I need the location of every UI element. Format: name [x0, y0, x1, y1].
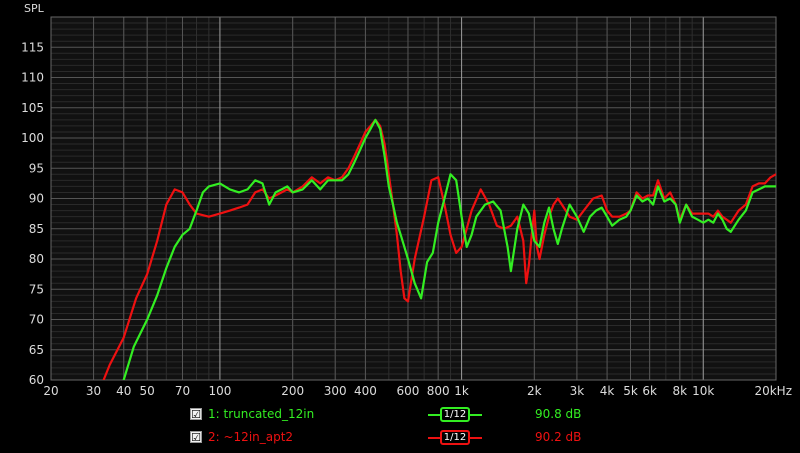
y-tick-label: 75 [29, 282, 44, 296]
x-tick-label: 200 [281, 384, 304, 398]
x-tick-label: 40 [116, 384, 131, 398]
x-tick-label: 6k [642, 384, 657, 398]
y-tick-label: 60 [29, 373, 44, 387]
x-tick-label: 2k [527, 384, 542, 398]
trace-2-checkbox[interactable]: ☑ [190, 431, 202, 443]
x-tick-label: 300 [324, 384, 347, 398]
spl-chart: 60 65 70 75 80 85 90 95 100 105 110 115 20 30 40 50 70 10… [21, 2, 792, 398]
x-tick-label: 5k [623, 384, 638, 398]
trace-1-smoothing-label: 1/12 [440, 407, 470, 422]
x-tick-label: 4k [600, 384, 615, 398]
x-tick-label: 50 [140, 384, 155, 398]
y-tick-label: 100 [21, 131, 44, 145]
x-tick-label: 800 [427, 384, 450, 398]
x-tick-label: 20kHz [754, 384, 792, 398]
x-tick-label: 600 [397, 384, 420, 398]
x-tick-label: 100 [208, 384, 231, 398]
y-tick-label: 105 [21, 101, 44, 115]
y-tick-label: 90 [29, 192, 44, 206]
trace-2-label: 2: ~12in_apt2 [208, 430, 294, 444]
y-tick-label: 110 [21, 71, 44, 85]
y-tick-label: 65 [29, 343, 44, 357]
x-tick-label: 30 [86, 384, 101, 398]
y-tick-label: 85 [29, 222, 44, 236]
x-tick-label: 10k [692, 384, 714, 398]
legend-row-trace-2: ☑ 2: ~12in_apt2 1/12 90.2 dB [190, 429, 610, 447]
y-tick-label: 115 [21, 40, 44, 54]
legend-row-trace-1: ☑ 1: truncated_12in 1/12 90.8 dB [190, 406, 610, 424]
x-tick-label: 20 [43, 384, 58, 398]
x-tick-label: 400 [354, 384, 377, 398]
y-tick-label: 80 [29, 252, 44, 266]
trace-2-smoothing-label: 1/12 [440, 430, 470, 445]
trace-2-level: 90.2 dB [535, 430, 582, 444]
trace-1-level: 90.8 dB [535, 407, 582, 421]
y-tick-label: 70 [29, 313, 44, 327]
trace-1-smoothing-button[interactable]: 1/12 [428, 406, 482, 424]
x-tick-label: 1k [454, 384, 469, 398]
trace-1-checkbox[interactable]: ☑ [190, 408, 202, 420]
y-axis-label: SPL [24, 2, 45, 15]
x-tick-label: 3k [570, 384, 585, 398]
x-tick-label: 70 [175, 384, 190, 398]
trace-2-smoothing-button[interactable]: 1/12 [428, 429, 482, 447]
y-tick-label: 95 [29, 161, 44, 175]
spl-graph-window: 60 65 70 75 80 85 90 95 100 105 110 115 20 30 40 50 70 10… [0, 0, 800, 453]
x-tick-label: 8k [673, 384, 688, 398]
trace-1-label: 1: truncated_12in [208, 407, 315, 421]
